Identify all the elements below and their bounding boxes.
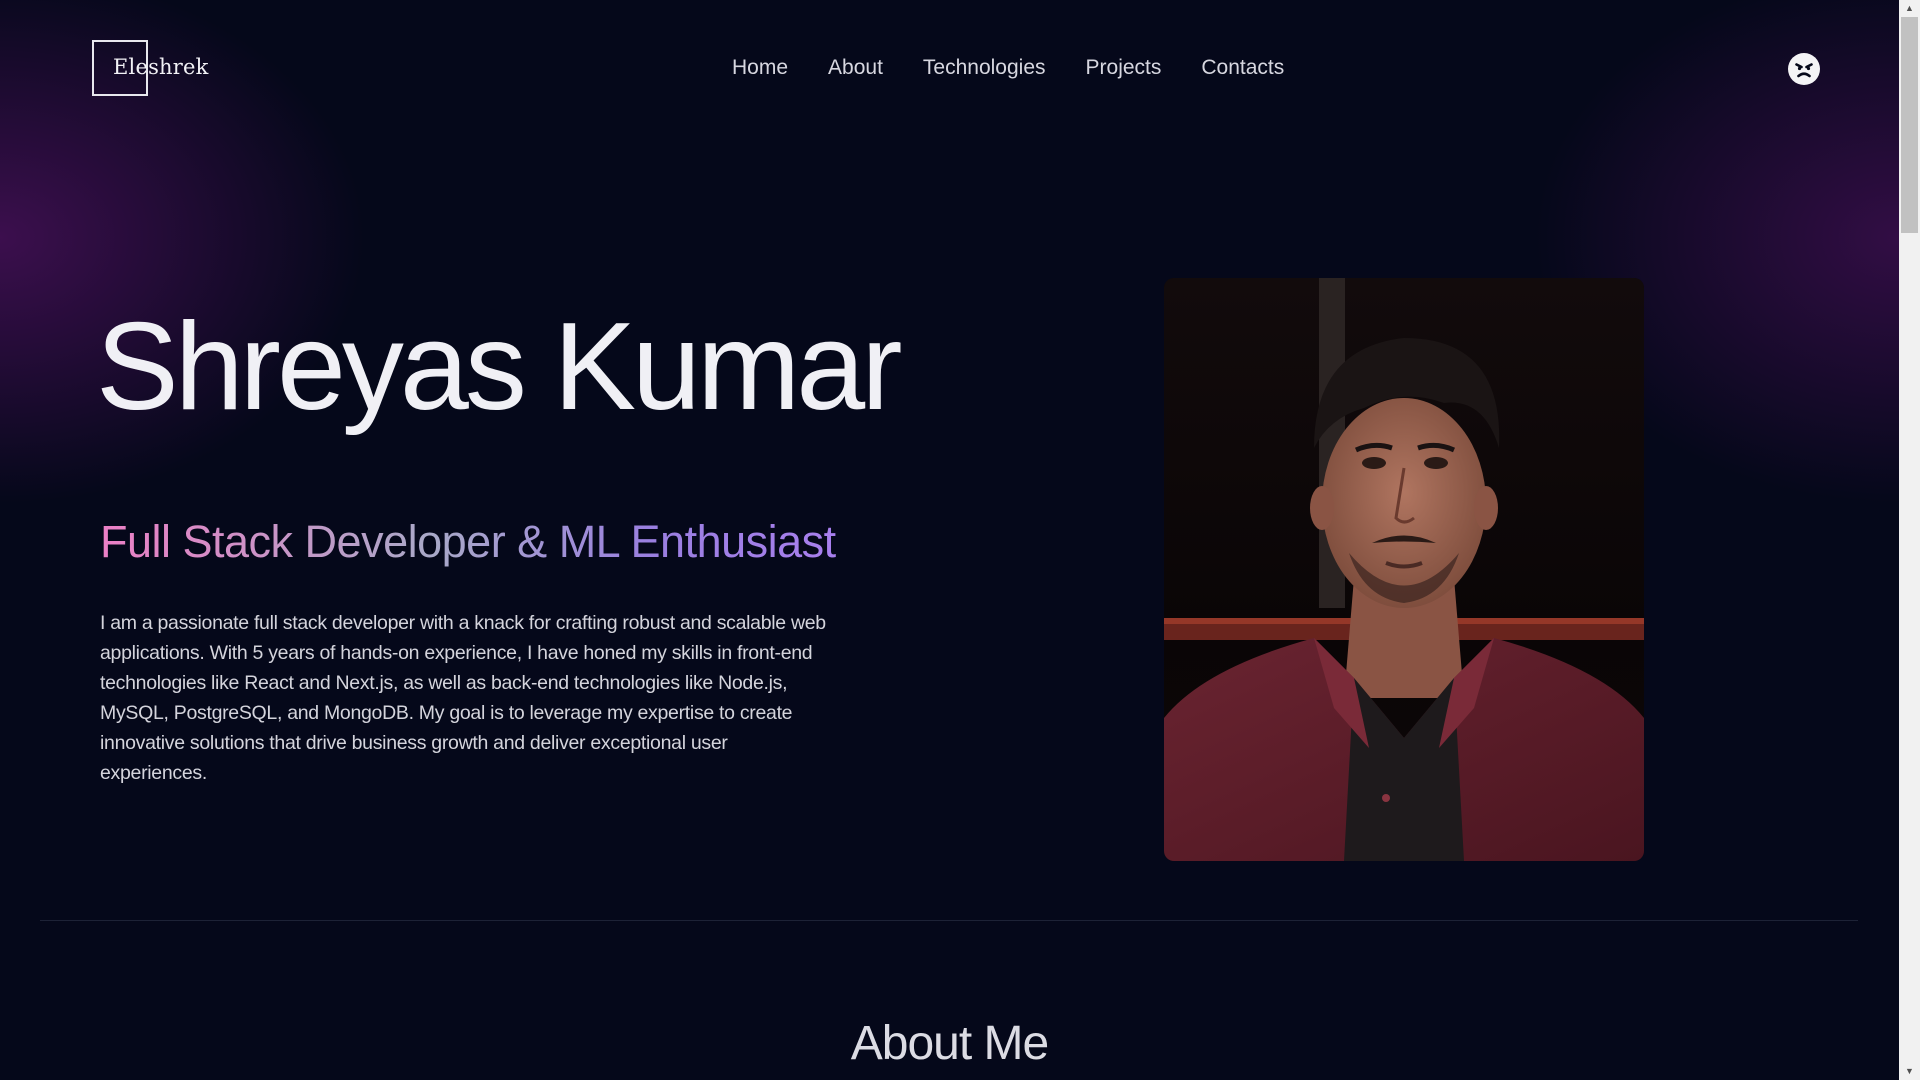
hero-name: Shreyas Kumar [96, 298, 903, 436]
section-divider [40, 920, 1858, 921]
profile-photo [1164, 278, 1644, 861]
nav-about[interactable]: About [828, 56, 883, 80]
angry-face-icon [1789, 54, 1819, 84]
scroll-down-arrow-icon[interactable]: ▼ [1899, 1063, 1920, 1080]
nav-home[interactable]: Home [732, 56, 788, 80]
theme-toggle-button[interactable] [1788, 53, 1820, 85]
hero-bio: I am a passionate full stack developer w… [100, 612, 826, 784]
nav-technologies[interactable]: Technologies [923, 56, 1046, 80]
hero-subtitle: Full Stack Developer & ML Enthusiast [100, 516, 836, 567]
main-nav: Home About Technologies Projects Contact… [732, 56, 1284, 80]
logo-text[interactable]: Eleshrek [113, 55, 209, 79]
scroll-up-arrow-icon[interactable]: ▲ [1899, 0, 1920, 17]
scrollbar-thumb[interactable] [1901, 17, 1918, 233]
page-scrollbar[interactable]: ▲ ▼ [1899, 0, 1920, 1080]
nav-contacts[interactable]: Contacts [1201, 56, 1284, 80]
nav-projects[interactable]: Projects [1086, 56, 1162, 80]
about-section-title: About Me [850, 1017, 1049, 1070]
